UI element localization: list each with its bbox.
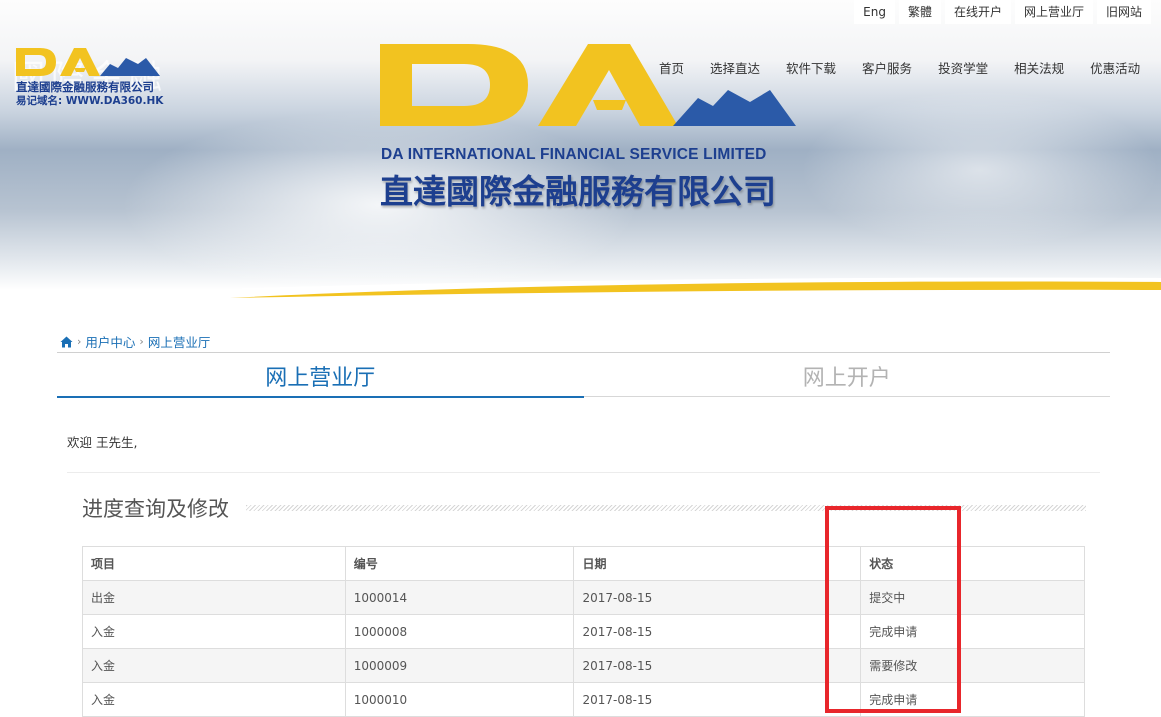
cell-number: 1000008 [344,614,575,649]
nav-item-education[interactable]: 投资学堂 [925,58,1001,77]
banner-swoosh [0,277,1161,298]
banner-company-cn: 直達國際金融服務有限公司 [380,172,776,211]
cell-number: 1000014 [344,580,575,615]
nav-item-promotions[interactable]: 优惠活动 [1077,58,1153,77]
header-banner: DA INTERNATIONAL FINANCIAL SERVICE LIMIT… [0,0,1161,298]
nav-item-regulations[interactable]: 相关法规 [1001,58,1077,77]
lang-traditional-link[interactable]: 繁體 [898,0,941,24]
open-account-link[interactable]: 在线开户 [944,0,1011,24]
breadcrumb-online-hall[interactable]: 网上营业厅 [148,332,211,351]
column-header-number: 编号 [344,546,575,581]
site-logo[interactable] [14,44,174,84]
cell-number: 1000009 [344,648,575,683]
breadcrumb-separator: › [77,335,82,348]
status-column-highlight [825,506,961,713]
lang-english-link[interactable]: Eng [854,0,895,24]
nav-item-downloads[interactable]: 软件下载 [773,58,849,77]
tab-open-account[interactable]: 网上开户 [583,362,1110,397]
column-header-item: 项目 [82,546,346,581]
breadcrumb-divider [57,352,1110,353]
cell-item: 入金 [82,648,346,683]
cell-item: 入金 [82,614,346,649]
home-icon[interactable] [60,336,73,348]
tab-online-hall[interactable]: 网上营业厅 [57,362,584,398]
section-title: 进度查询及修改 [82,497,229,521]
logo-domain: 易记域名: WWW.DA360.HK [16,95,164,107]
nav-item-customer-service[interactable]: 客户服务 [849,58,925,77]
breadcrumb-user-center[interactable]: 用户中心 [85,332,135,351]
cell-date: 2017-08-15 [573,614,862,649]
cell-date: 2017-08-15 [573,648,862,683]
tab-bar: 网上营业厅 网上开户 [57,362,1110,398]
banner-glow [800,90,1160,250]
old-site-link[interactable]: 旧网站 [1096,0,1151,24]
breadcrumb-separator: › [139,335,144,348]
cell-date: 2017-08-15 [573,682,862,717]
column-header-date: 日期 [573,546,862,581]
banner-company-en: DA INTERNATIONAL FINANCIAL SERVICE LIMIT… [381,146,767,163]
cell-date: 2017-08-15 [573,580,862,615]
cell-item: 入金 [82,682,346,717]
main-nav: 首页 选择直达 软件下载 客户服务 投资学堂 相关法规 优惠活动 [646,58,1153,77]
utility-bar: Eng 繁體 在线开户 网上营业厅 旧网站 [854,0,1151,24]
online-hall-link[interactable]: 网上营业厅 [1014,0,1093,24]
cell-number: 1000010 [344,682,575,717]
nav-item-home[interactable]: 首页 [646,58,697,77]
welcome-message: 欢迎 王先生, [67,435,138,450]
nav-item-quick-access[interactable]: 选择直达 [697,58,773,77]
breadcrumb: › 用户中心 › 网上营业厅 [60,332,210,351]
divider [67,472,1100,473]
cell-item: 出金 [82,580,346,615]
